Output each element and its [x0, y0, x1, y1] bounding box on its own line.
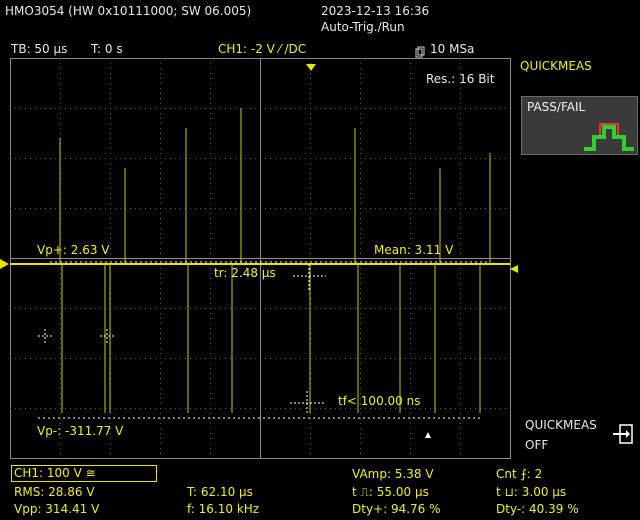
mean-label: Mean: 3.11 V: [374, 243, 454, 257]
count-value: Cnt ⨍: 2: [496, 467, 543, 481]
trigger-level-marker-icon: [510, 258, 518, 273]
sample-rate-label: 10 MSa: [430, 42, 475, 56]
ch1-scale-box[interactable]: CH1: 100 V ≅: [11, 465, 157, 482]
rise-time-label: tr: 2.48 µs: [214, 266, 276, 280]
channel-setting-label[interactable]: CH1: -2 V ⁄ /DC: [218, 42, 306, 56]
pass-fail-button[interactable]: PASS/FAIL: [521, 96, 638, 155]
exit-icon[interactable]: [612, 424, 634, 444]
negative-width-value: t ⊔: 3.00 µs: [496, 485, 567, 499]
waveform-display[interactable]: [10, 58, 511, 459]
side-menu-title: QUICKMEAS: [520, 59, 592, 73]
time-offset-label[interactable]: T: 0 s: [91, 42, 123, 56]
vp-minus-label: Vp-: -311.77 V: [37, 424, 124, 438]
trigger-mode: Auto-Trig./Run: [321, 20, 405, 34]
pass-fail-icon: [584, 123, 634, 151]
vamp-value: VAmp: 5.38 V: [352, 467, 434, 481]
trigger-position-icon: [306, 57, 316, 71]
frequency-value: f: 16.10 kHz: [187, 502, 260, 516]
acquisition-mode-icon: [415, 43, 425, 58]
quickmeas-off-title[interactable]: QUICKMEAS: [525, 418, 597, 432]
positive-width-value: t ⎍: 55.00 µs: [352, 485, 429, 499]
datetime: 2023-12-13 16:36: [321, 4, 430, 18]
duty-positive-value: Dty+: 94.76 %: [352, 502, 441, 516]
ch1-scale-label: CH1: 100 V ≅: [14, 466, 96, 480]
duty-negative-value: Dty-: 40.39 %: [496, 502, 579, 516]
pass-fail-label: PASS/FAIL: [527, 100, 586, 114]
timebase-label[interactable]: TB: 50 µs: [11, 42, 67, 56]
device-info: HMO3054 (HW 0x10111000; SW 06.005): [5, 4, 252, 18]
rms-value: RMS: 28.86 V: [14, 485, 95, 499]
fall-time-label: tf< 100.00 ns: [338, 394, 421, 408]
resolution-label: Res.: 16 Bit: [426, 72, 495, 86]
period-value: T: 62.10 µs: [187, 485, 253, 499]
quickmeas-off-state[interactable]: OFF: [525, 438, 548, 452]
vpp-value: Vpp: 314.41 V: [14, 502, 100, 516]
ch1-level-marker-icon[interactable]: [0, 255, 10, 269]
vp-plus-label: Vp+: 2.63 V: [37, 243, 110, 257]
